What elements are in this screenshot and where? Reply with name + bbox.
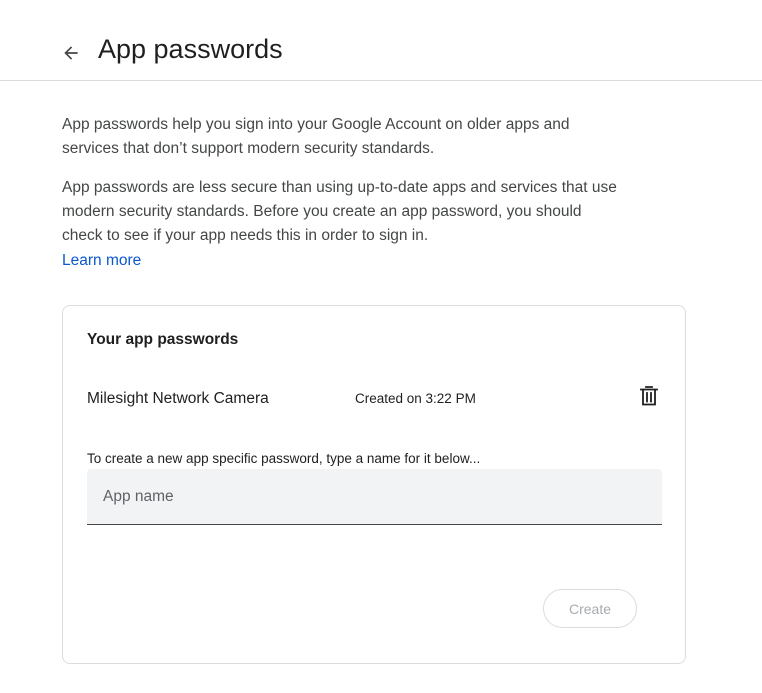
learn-more-link[interactable]: Learn more (62, 249, 141, 273)
app-password-created: Created on 3:22 PM (355, 391, 476, 406)
app-passwords-card: Your app passwords Milesight Network Cam… (62, 305, 686, 664)
create-button[interactable]: Create (543, 589, 637, 628)
trash-icon (640, 386, 658, 406)
intro-paragraph-2: App passwords are less secure than using… (62, 179, 617, 244)
card-title: Your app passwords (87, 331, 239, 348)
intro-paragraph-1: App passwords help you sign into your Go… (62, 116, 570, 157)
app-name-input[interactable] (87, 469, 662, 524)
back-button[interactable] (55, 37, 87, 69)
page-title: App passwords (98, 34, 283, 64)
create-hint-text: To create a new app specific password, t… (87, 451, 481, 466)
app-password-name: Milesight Network Camera (87, 390, 269, 407)
app-name-field (87, 469, 662, 525)
delete-app-password-button[interactable] (637, 384, 661, 408)
arrow-back-icon (64, 46, 78, 60)
page-header: App passwords (0, 0, 762, 81)
